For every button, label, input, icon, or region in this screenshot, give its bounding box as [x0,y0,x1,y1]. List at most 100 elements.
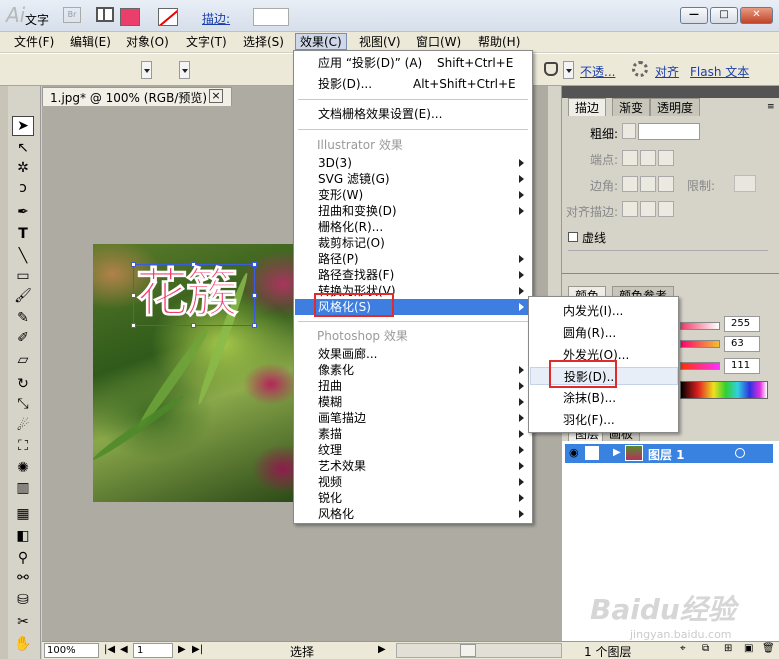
type-tool-icon[interactable]: T [12,224,34,244]
lock-toggle[interactable] [585,446,599,460]
menu-rasterize-item[interactable]: 栅格化(R)... [295,219,532,235]
recolor-icon[interactable] [632,61,648,77]
close-document-icon[interactable]: × [209,89,223,103]
blue-slider[interactable] [680,362,720,370]
menu-window[interactable]: 窗口(W) [412,34,465,51]
butt-cap-button[interactable] [622,150,638,166]
blend-tool-icon[interactable]: ⚯ [12,568,34,588]
flash-text-link[interactable]: Flash 文本 [690,63,749,80]
stroke-color-swatch[interactable] [158,8,178,26]
limit-input[interactable] [734,175,756,192]
menu-blur-item[interactable]: 模糊 [295,394,532,410]
red-value[interactable]: 255 [724,316,760,332]
status-current-tool[interactable]: 选择 [290,643,314,660]
symbol-sprayer-tool-icon[interactable]: ✺ [12,458,34,478]
bridge-button[interactable]: Br [63,7,81,23]
zoom-field[interactable]: 100% [44,643,99,658]
weight-input[interactable] [638,123,700,140]
eye-icon[interactable]: ◉ [569,446,579,459]
menu-ps-distort-item[interactable]: 扭曲 [295,378,532,394]
direct-selection-tool-icon[interactable]: ↖ [12,138,34,158]
scale-tool-icon[interactable]: ⤡ [12,394,34,414]
horizontal-scrollbar[interactable] [396,643,562,658]
selection-tool-icon[interactable]: ➤ [12,116,34,136]
selection-handle[interactable] [252,293,257,298]
page-field[interactable]: 1 [133,643,173,658]
menu-warp-item[interactable]: 变形(W) [295,187,532,203]
lasso-tool-icon[interactable]: ↄ [12,178,34,198]
next-page-icon[interactable]: ▶ [178,644,186,655]
layer-name[interactable]: 图层 1 [648,446,685,463]
opacity-link[interactable]: 不透... [580,63,615,80]
pencil-tool-icon[interactable]: ✎ [12,308,34,328]
fill-color-swatch[interactable] [120,8,140,26]
menu-file[interactable]: 文件(F) [10,34,58,51]
selection-handle[interactable] [252,323,257,328]
inner-glow-item[interactable]: 内发光(I)... [530,302,678,320]
brush-icon[interactable] [544,62,558,76]
raster-settings-item[interactable]: 文档栅格效果设置(E)... [295,106,532,122]
last-effect-item[interactable]: 投影(D)... Alt+Shift+Ctrl+E [295,76,532,92]
prev-page-icon[interactable]: ◀ [120,644,128,655]
menu-help[interactable]: 帮助(H) [474,34,524,51]
hand-tool-icon[interactable]: ✋ [12,634,34,654]
selection-handle[interactable] [252,262,257,267]
warp-tool-icon[interactable]: ☄ [12,416,34,436]
pen-tool-icon[interactable]: ✒ [12,202,34,222]
paintbrush-tool-icon[interactable]: 🖌 [12,286,34,306]
live-paint-tool-icon[interactable]: ⛁ [12,590,34,610]
minimize-button[interactable]: — [680,7,708,24]
align-outside-button[interactable] [658,201,674,217]
target-icon[interactable] [735,448,745,458]
green-value[interactable]: 63 [724,336,760,352]
dashed-checkbox[interactable] [568,232,578,242]
tab-gradient[interactable]: 渐变 [612,98,651,116]
menu-3d-item[interactable]: 3D(3) [295,155,532,171]
menu-effect-gallery-item[interactable]: 效果画廊... [295,346,532,362]
expand-arrow-icon[interactable]: ▶ [613,447,621,458]
rotate-tool-icon[interactable]: ↻ [12,374,34,394]
scribble-item[interactable]: 涂抹(B)... [530,389,678,407]
fill-dropdown-button[interactable] [141,61,152,79]
status-menu-arrow-icon[interactable]: ▶ [378,644,386,655]
restore-button[interactable]: □ [710,7,738,24]
align-inside-button[interactable] [640,201,656,217]
locate-object-icon[interactable]: ⌖ [680,643,686,654]
new-sublayer-icon[interactable]: ⊞ [724,643,732,654]
dash-fields[interactable] [568,250,768,264]
panel-menu-icon[interactable]: ≡ [767,102,775,112]
stroke-weight-input[interactable] [253,8,289,26]
panel-dock-header[interactable] [562,86,779,98]
menu-edit[interactable]: 编辑(E) [66,34,115,51]
menu-texture-item[interactable]: 纹理 [295,442,532,458]
tab-stroke[interactable]: 描边 [568,98,607,116]
menu-pathfinder-item[interactable]: 路径查找器(F) [295,267,532,283]
close-button[interactable]: ✕ [740,7,773,24]
menu-crop-marks-item[interactable]: 裁剪标记(O) [295,235,532,251]
menu-type[interactable]: 文字(T) [182,34,231,51]
new-layer-icon[interactable]: ▣ [744,643,753,654]
stroke-dropdown-button[interactable] [179,61,190,79]
blob-brush-tool-icon[interactable]: ✐ [12,328,34,348]
apply-last-effect-item[interactable]: 应用 “投影(D)” (A) Shift+Ctrl+E [295,55,532,71]
scrollbar-thumb[interactable] [460,644,476,657]
align-center-button[interactable] [622,201,638,217]
line-tool-icon[interactable]: ╲ [12,246,34,266]
align-link[interactable]: 对齐 [655,63,679,80]
menu-brush-strokes-item[interactable]: 画笔描边 [295,410,532,426]
rectangle-tool-icon[interactable]: ▭ [12,266,34,286]
stroke-label-link[interactable]: 描边: [202,10,230,27]
menu-view[interactable]: 视图(V) [355,34,405,51]
menu-sketch-item[interactable]: 素描 [295,426,532,442]
miter-join-button[interactable] [622,176,638,192]
menu-object[interactable]: 对象(O) [122,34,173,51]
column-graph-tool-icon[interactable]: ▥ [12,478,34,498]
menu-ps-stylize-item[interactable]: 风格化 [295,506,532,522]
trash-icon[interactable]: 🗑 [762,643,775,654]
menu-effect[interactable]: 效果(C) [295,33,347,50]
round-join-button[interactable] [640,176,656,192]
free-transform-tool-icon[interactable]: ⛶ [12,436,34,456]
menu-sharpen-item[interactable]: 锐化 [295,490,532,506]
clipping-mask-icon[interactable]: ⧉ [702,643,709,654]
weight-stepper[interactable] [622,123,636,139]
